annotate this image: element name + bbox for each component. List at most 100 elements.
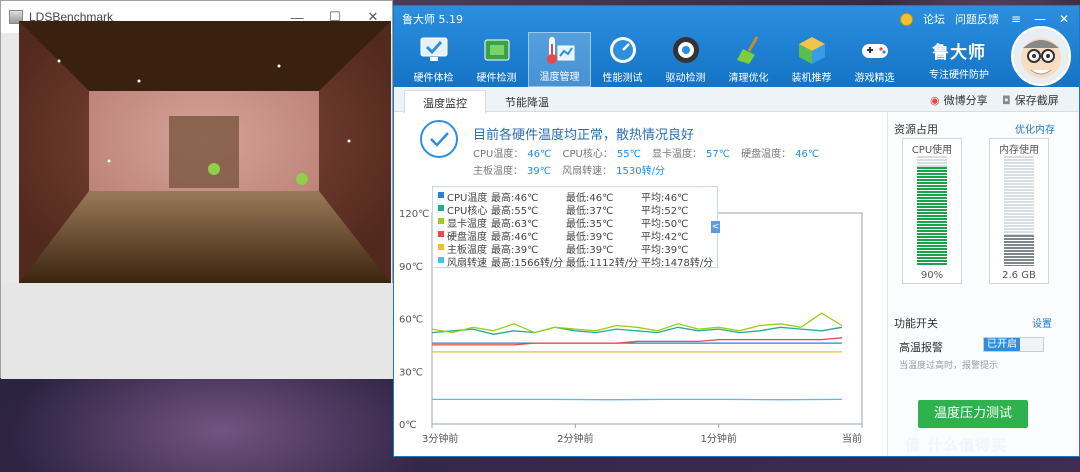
y-tick-label: 0℃ — [399, 420, 417, 431]
legend-row: 风扇转速 最高:1566转/分 最低:1112转/分 平均:1478转/分 — [433, 254, 719, 269]
status-ok-icon — [420, 120, 458, 158]
nav-label: 游戏精选 — [854, 73, 895, 84]
ludashi-window: 鲁大师 5.19 论坛 问题反馈 ≡ — ✕ 硬件体检 硬件检测 温度管理 性能… — [393, 5, 1080, 457]
nav-hardware-checkup[interactable]: 硬件体检 — [402, 32, 465, 87]
memory-usage-meter: 内存使用 2.6 GB — [989, 138, 1049, 284]
tab-temperature-monitor[interactable]: 温度监控 — [404, 90, 486, 113]
brand-slogan: 专注硬件防护 — [929, 70, 989, 81]
legend-row: 硬盘温度 最高:46℃ 最低:39℃ 平均:42℃ — [433, 228, 719, 243]
gear-cube-icon — [669, 33, 703, 67]
tab-energy-saving[interactable]: 节能降温 — [486, 90, 568, 113]
sidebar: 资源占用 优化内存 CPU使用 90% 内存使用 2.6 GB 功能开关 设置 … — [887, 112, 1079, 456]
legend-max: 最高:1566转/分 — [491, 258, 564, 269]
benchmark-3d-viewport[interactable] — [19, 21, 391, 283]
board-temp-label: 主板温度： — [473, 166, 523, 177]
cpu-usage-bar — [917, 156, 947, 266]
tabs-bar: 温度监控 节能降温 ◉ 微博分享 ◘ 保存截屏 — [394, 87, 1079, 113]
nav-driver[interactable]: 驱动检测 — [654, 32, 717, 87]
legend-swatch — [438, 244, 444, 250]
alarm-hint: 当温度过高时，报警提示 — [899, 361, 999, 371]
cpu-core-value: 55℃ — [616, 149, 641, 160]
legend-collapse-button[interactable]: < — [711, 221, 720, 233]
weibo-icon: ◉ — [930, 93, 940, 107]
feature-switch-title: 功能开关 — [894, 317, 938, 330]
brand-name: 鲁大师 — [932, 43, 986, 63]
x-tick-label: 2分钟前 — [557, 432, 593, 445]
settings-link[interactable]: 设置 — [1032, 315, 1052, 330]
nav-hardware-detect[interactable]: 硬件检测 — [465, 32, 528, 87]
nav-label: 温度管理 — [539, 72, 580, 83]
cpu-temp-label: CPU温度： — [473, 149, 524, 160]
gpu-temp-value: 57℃ — [706, 149, 730, 160]
legend-swatch — [438, 205, 444, 211]
toggle-on-label: 已开启 — [984, 338, 1020, 351]
x-tick-label: 当前 — [842, 432, 862, 445]
high-temp-alarm-toggle[interactable]: 已开启 — [983, 337, 1044, 352]
speedometer-icon — [606, 33, 640, 67]
cpu-core-label: CPU核心： — [562, 149, 613, 160]
top-links: 论坛 问题反馈 ≡ — ✕ — [900, 11, 1071, 27]
circuit-board-icon — [480, 33, 514, 67]
resources-title: 资源占用 — [894, 123, 938, 136]
thermometer-chart-icon — [543, 33, 577, 66]
legend-swatch — [438, 231, 444, 237]
status-headline: 目前各硬件温度均正常，散热情况良好 — [473, 128, 695, 143]
optimize-memory-link[interactable]: 优化内存 — [1015, 121, 1055, 136]
top-banner: 鲁大师 5.19 论坛 问题反馈 ≡ — ✕ 硬件体检 硬件检测 温度管理 性能… — [394, 6, 1079, 87]
gpu-temp-label: 显卡温度： — [652, 149, 702, 160]
cpu-usage-fill — [917, 167, 947, 266]
legend-swatch — [438, 218, 444, 224]
x-tick-label: 3分钟前 — [422, 432, 458, 445]
nav-cleanup[interactable]: 清理优化 — [717, 32, 780, 87]
site-watermark: 值 什么值得买 — [905, 436, 1008, 454]
minimize-icon[interactable]: — — [1033, 12, 1047, 26]
x-tick-label: 1分钟前 — [700, 432, 736, 445]
menu-icon[interactable]: ≡ — [1009, 12, 1023, 26]
close-icon[interactable]: ✕ — [1057, 12, 1071, 26]
medal-icon[interactable] — [900, 12, 913, 26]
wooden-room-scene — [19, 21, 391, 283]
legend-row: 显卡温度 最高:63℃ 最低:35℃ 平均:50℃ — [433, 215, 719, 230]
save-screenshot-label: 保存截屏 — [1014, 94, 1059, 107]
mascot-avatar[interactable] — [1011, 26, 1071, 86]
cpu-temp-value: 46℃ — [527, 149, 552, 160]
benchmark-window: LDSBenchmark — ☐ ✕ — [0, 0, 394, 379]
cpu-usage-value: 90% — [920, 270, 944, 281]
y-tick-label: 90℃ — [399, 262, 423, 273]
memory-usage-value: 2.6 GB — [1002, 270, 1036, 281]
memory-usage-bar — [1004, 156, 1034, 266]
cube-icon — [795, 33, 829, 67]
high-temp-alarm-label: 高温报警 — [899, 341, 943, 354]
nav-label: 装机推荐 — [791, 73, 832, 84]
benchmark-background — [1, 283, 394, 379]
weibo-share-label: 微博分享 — [943, 94, 988, 107]
chart-legend: CPU温度 最高:46℃ 最低:46℃ 平均:46℃ CPU核心 最高:55℃ 最低:37℃… — [432, 186, 719, 269]
nav-games[interactable]: 游戏精选 — [843, 32, 906, 87]
nav-label: 驱动检测 — [665, 73, 706, 84]
nav-performance[interactable]: 性能测试 — [591, 32, 654, 87]
main-nav: 硬件体检 硬件检测 温度管理 性能测试 驱动检测 清理优化 装机推荐 游戏精选 — [402, 32, 906, 87]
broom-icon — [732, 33, 766, 67]
gamepad-icon — [858, 33, 892, 67]
fan-speed-label: 风扇转速： — [562, 166, 613, 177]
nav-build-recommend[interactable]: 装机推荐 — [780, 32, 843, 87]
legend-min: 最低:1112转/分 — [566, 258, 639, 269]
disk-temp-value: 46℃ — [795, 149, 820, 160]
y-tick-label: 30℃ — [399, 367, 423, 378]
nav-label: 硬件体检 — [413, 73, 454, 84]
nav-temperature[interactable]: 温度管理 — [528, 32, 591, 87]
feedback-link[interactable]: 问题反馈 — [955, 11, 999, 27]
temp-stress-test-button[interactable]: 温度压力测试 — [918, 400, 1028, 428]
legend-row: CPU核心 最高:55℃ 最低:37℃ 平均:52℃ — [433, 202, 719, 217]
legend-row: CPU温度 最高:46℃ 最低:46℃ 平均:46℃ — [433, 189, 719, 204]
legend-swatch — [438, 257, 444, 263]
legend-name: 风扇转速 — [447, 258, 487, 269]
forum-link[interactable]: 论坛 — [923, 11, 945, 27]
nav-label: 清理优化 — [728, 73, 769, 84]
cpu-usage-label: CPU使用 — [911, 145, 953, 156]
app-title: 鲁大师 5.19 — [402, 13, 463, 26]
memory-usage-label: 内存使用 — [999, 145, 1039, 156]
monitor-check-icon — [417, 33, 451, 67]
weibo-share-button[interactable]: ◉ 微博分享 — [930, 92, 988, 108]
save-screenshot-button[interactable]: ◘ 保存截屏 — [1002, 92, 1059, 108]
